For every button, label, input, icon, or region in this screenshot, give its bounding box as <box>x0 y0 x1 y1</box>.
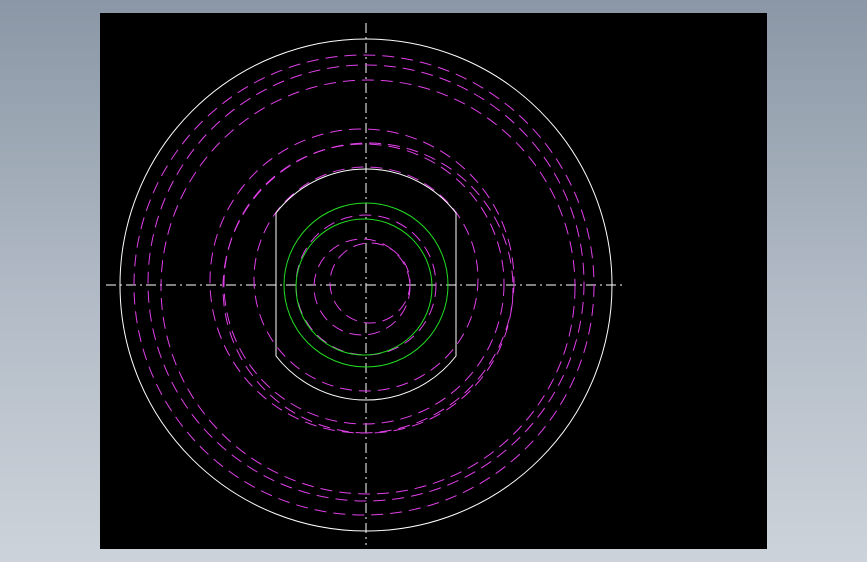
drawing-viewport[interactable] <box>100 13 767 549</box>
hidden-ring-middle-3 <box>223 143 505 425</box>
hidden-ring-inner-4 <box>329 242 411 324</box>
highlight-circle-inner <box>295 218 433 356</box>
hidden-ring-inner-3 <box>313 238 411 336</box>
hidden-ring-outer-1 <box>133 54 595 516</box>
hidden-ring-middle-2 <box>222 142 514 434</box>
cad-drawing-canvas[interactable] <box>100 13 767 549</box>
hidden-ring-middle-1 <box>209 128 515 434</box>
hidden-lines-group <box>133 54 595 516</box>
